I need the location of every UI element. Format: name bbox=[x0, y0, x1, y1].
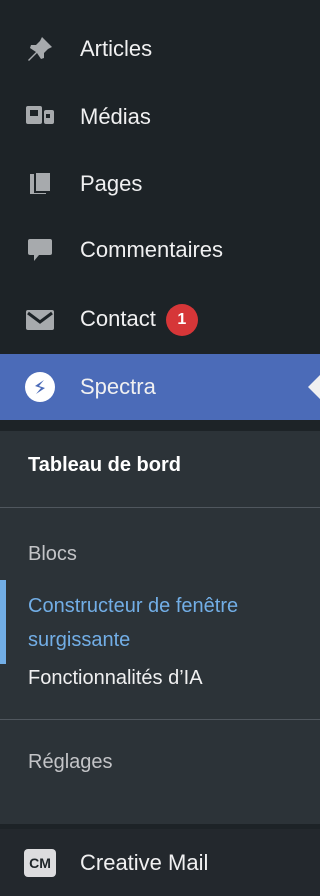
menu-item-contact[interactable]: Contact 1 bbox=[0, 287, 320, 353]
current-indicator bbox=[0, 580, 6, 664]
admin-sidebar-menu: Articles Médias Pages Commentaires Conta… bbox=[0, 0, 320, 896]
pin-icon bbox=[24, 33, 56, 65]
cm-icon-text: CM bbox=[24, 848, 56, 877]
menu-item-label: Creative Mail bbox=[80, 849, 209, 875]
mail-icon bbox=[24, 304, 56, 336]
notification-badge: 1 bbox=[165, 304, 198, 336]
submenu-dashboard[interactable]: Tableau de bord bbox=[28, 448, 300, 482]
spectra-submenu: Tableau de bord Blocs Constructeur de fe… bbox=[0, 431, 320, 824]
menu-item-spectra[interactable]: Spectra bbox=[0, 354, 320, 420]
spectra-icon bbox=[24, 371, 56, 403]
menu-item-label: Médias bbox=[80, 104, 151, 129]
submenu-ai-features[interactable]: Fonctionnalités d’IA bbox=[28, 661, 300, 695]
menu-item-label: Articles bbox=[80, 36, 153, 61]
menu-item-commentaires[interactable]: Commentaires bbox=[0, 217, 320, 283]
submenu-settings[interactable]: Réglages bbox=[28, 745, 300, 779]
menu-item-label: Commentaires bbox=[80, 237, 224, 262]
menu-item-articles[interactable]: Articles bbox=[0, 16, 320, 82]
menu-item-medias[interactable]: Médias bbox=[0, 84, 320, 150]
submenu-divider bbox=[0, 719, 320, 720]
cm-icon: CM bbox=[24, 847, 56, 879]
contact-label: Contact bbox=[80, 305, 156, 331]
menu-item-pages[interactable]: Pages bbox=[0, 151, 320, 217]
comment-icon bbox=[24, 234, 56, 266]
submenu-blocks[interactable]: Blocs bbox=[28, 537, 300, 571]
menu-item-label: Contact 1 bbox=[80, 304, 198, 336]
submenu-divider bbox=[0, 507, 320, 508]
menu-item-label: Pages bbox=[80, 171, 143, 196]
menu-item-creative-mail[interactable]: CM Creative Mail bbox=[0, 829, 320, 896]
media-icon bbox=[24, 101, 56, 133]
pages-icon bbox=[24, 168, 56, 200]
submenu-popup-builder[interactable]: Constructeur de fenêtre surgissante bbox=[28, 589, 300, 657]
menu-item-label: Spectra bbox=[80, 374, 156, 399]
